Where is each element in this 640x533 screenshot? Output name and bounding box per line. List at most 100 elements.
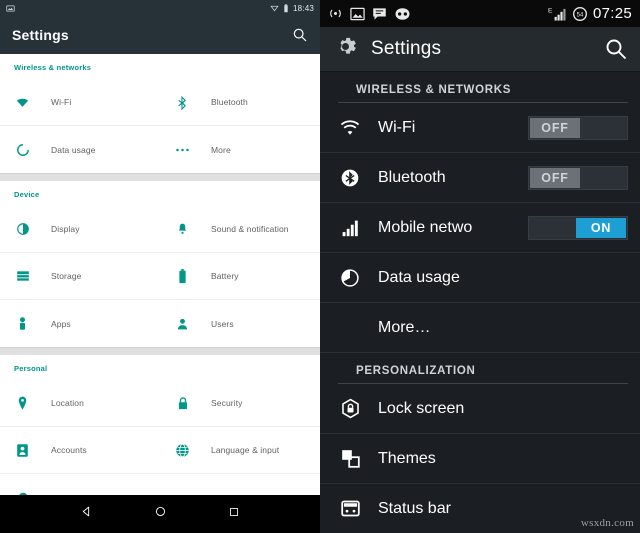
bluetooth-icon (174, 94, 191, 111)
right-item-more[interactable]: More… (320, 303, 640, 353)
left-phone-screen: 18:43 Settings Wireless & networks Wi-Fi… (0, 0, 320, 533)
left-settings-scroll[interactable]: Wireless & networks Wi-Fi Bluetooth Data… (0, 54, 320, 495)
signal-bars-icon (338, 216, 362, 240)
back-triangle-icon[interactable] (80, 505, 93, 523)
more-dots-icon (174, 141, 191, 158)
cyanogenmod-icon (395, 7, 410, 20)
right-item-lock-screen[interactable]: Lock screen (320, 384, 640, 434)
left-item-label: Users (211, 318, 234, 329)
right-phone-screen: E 54 07:25 Settings WIRELESS & NETWORKS … (320, 0, 640, 533)
broadcast-icon (330, 9, 341, 18)
left-section-header-personal: Personal (0, 355, 320, 380)
left-section-header-wireless: Wireless & networks (0, 54, 320, 79)
gallery-icon (350, 7, 365, 20)
left-grid-row: Storage Battery (0, 253, 320, 300)
bluetooth-icon (338, 166, 362, 190)
left-item-apps[interactable]: Apps (0, 300, 160, 347)
right-item-mobile-networks[interactable]: Mobile netwo ON (320, 203, 640, 253)
toggle-thumb: ON (576, 217, 626, 238)
themes-icon (338, 447, 362, 471)
battery-level-label: 54 (577, 12, 584, 18)
left-item-label: Security (211, 398, 243, 408)
dual-screenshot-comparison: 18:43 Settings Wireless & networks Wi-Fi… (0, 0, 640, 533)
right-item-data-usage[interactable]: Data usage (320, 253, 640, 303)
left-app-bar: Settings (0, 16, 320, 54)
left-item-battery[interactable]: Battery (160, 253, 320, 300)
right-item-label: Lock screen (378, 399, 465, 417)
right-item-bluetooth[interactable]: Bluetooth OFF (320, 153, 640, 203)
left-item-data-usage[interactable]: Data usage (0, 126, 160, 173)
right-item-label: Status bar (378, 499, 451, 517)
bluetooth-toggle[interactable]: OFF (528, 165, 628, 190)
left-item-more[interactable]: More (160, 126, 320, 173)
toggle-thumb: OFF (530, 117, 580, 138)
left-status-system-icons: 18:43 (270, 4, 314, 13)
wifi-icon (338, 116, 362, 140)
left-item-label: Backup & reset (51, 493, 110, 496)
right-status-system-icons: E 54 07:25 (548, 5, 632, 22)
left-item-label: Bluetooth (211, 97, 248, 107)
cloud-icon (14, 489, 31, 495)
recents-square-icon[interactable] (228, 505, 240, 523)
network-type-label: E (548, 7, 553, 14)
left-item-label: Storage (51, 271, 82, 281)
left-item-label: More (211, 144, 231, 155)
right-item-label: Bluetooth (378, 168, 446, 186)
accounts-icon (14, 442, 31, 459)
search-icon (293, 28, 307, 42)
left-grid-row: Apps Users (0, 300, 320, 347)
storage-icon (14, 268, 31, 285)
right-status-time: 07:25 (592, 5, 632, 22)
left-item-label: Wi-Fi (51, 97, 72, 107)
gear-icon (332, 33, 359, 65)
user-icon (174, 315, 191, 332)
left-page-title: Settings (12, 27, 69, 43)
left-item-accounts[interactable]: Accounts (0, 427, 160, 474)
left-item-wifi[interactable]: Wi-Fi (0, 79, 160, 126)
left-item-language[interactable]: Language & input (160, 427, 320, 474)
left-item-label: Battery (211, 271, 239, 281)
left-item-security[interactable]: Security (160, 380, 320, 427)
left-item-backup[interactable]: Backup & reset (0, 474, 160, 495)
battery-circle-icon: 54 (572, 6, 587, 21)
wifi-toggle[interactable]: OFF (528, 115, 628, 140)
bell-icon (174, 221, 191, 238)
wifi-icon (14, 94, 31, 111)
right-search-button[interactable] (604, 37, 628, 61)
left-item-sound[interactable]: Sound & notification (160, 206, 320, 253)
left-grid-row: Accounts Language & input (0, 427, 320, 474)
left-item-users[interactable]: Users (160, 300, 320, 347)
mobile-networks-toggle[interactable]: ON (528, 215, 628, 240)
left-item-storage[interactable]: Storage (0, 253, 160, 300)
battery-icon (284, 3, 288, 12)
right-item-themes[interactable]: Themes (320, 434, 640, 484)
left-item-display[interactable]: Display (0, 206, 160, 253)
left-item-bluetooth[interactable]: Bluetooth (160, 79, 320, 126)
data-usage-icon (14, 141, 31, 158)
left-item-location[interactable]: Location (0, 380, 160, 427)
left-item-label: Data usage (51, 144, 96, 155)
battery-icon (174, 268, 191, 285)
right-status-notification-icons (328, 6, 411, 21)
right-section-header-wireless: WIRELESS & NETWORKS (338, 72, 628, 103)
left-section-device-grid: Display Sound & notification Storage Bat… (0, 206, 320, 347)
signal-icon: E (548, 7, 566, 21)
left-section-personal-grid: Location Security Accounts Language & in… (0, 380, 320, 495)
left-grid-row: Backup & reset (0, 474, 320, 495)
right-app-bar[interactable]: Settings (320, 27, 640, 72)
left-item-empty (160, 474, 320, 495)
right-settings-list[interactable]: WIRELESS & NETWORKS Wi-Fi OFF Bluetooth … (320, 72, 640, 533)
right-item-label: More… (378, 318, 431, 336)
location-pin-icon (14, 395, 31, 412)
right-item-wifi[interactable]: Wi-Fi OFF (320, 103, 640, 153)
left-status-time: 18:43 (292, 3, 314, 13)
left-item-label: Accounts (51, 445, 87, 455)
left-grid-row: Wi-Fi Bluetooth (0, 79, 320, 126)
cast-icon (270, 5, 279, 11)
left-item-label: Display (51, 224, 80, 234)
search-icon (606, 39, 627, 60)
left-search-button[interactable] (292, 27, 308, 43)
left-grid-row: Display Sound & notification (0, 206, 320, 253)
home-circle-icon[interactable] (154, 505, 167, 523)
lock-icon (174, 395, 191, 412)
